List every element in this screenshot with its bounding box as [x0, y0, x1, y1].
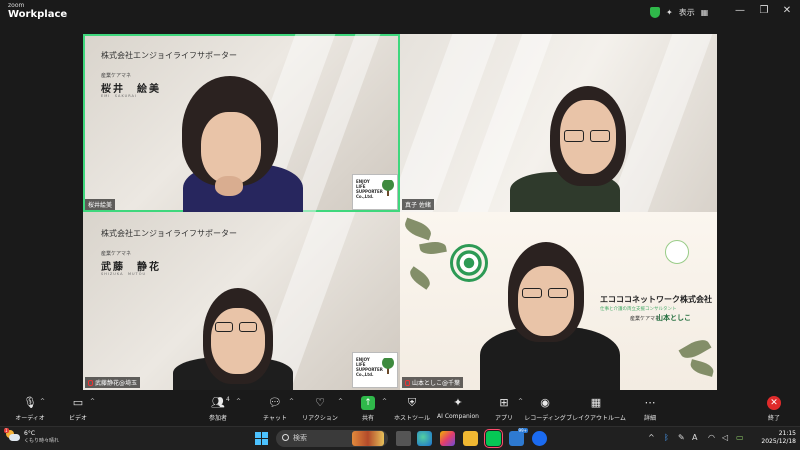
participant-count: 4 [226, 396, 230, 403]
leaf-decoration [419, 239, 447, 257]
company-name: 株式会社エンジョイライフサポーター [101, 51, 237, 60]
speaker-icon[interactable]: ◁ [722, 433, 728, 442]
company-name: 株式会社エンジョイライフサポーター [101, 229, 237, 238]
line-app-icon[interactable] [484, 429, 503, 448]
participant-name: 山本としこ@千葉 [412, 380, 461, 387]
end-meeting-button[interactable]: ✕ 終了 [744, 396, 800, 422]
windows-start-icon[interactable] [255, 432, 268, 445]
video-button[interactable]: ▭ ビデオ ^ [48, 396, 108, 422]
microphone-icon: 🎙︎ [23, 396, 37, 409]
brand-large: Workplace [8, 9, 68, 20]
zoom-logo: zoom Workplace [8, 3, 67, 20]
participant-name-tag: 桜井絵美 [85, 199, 116, 210]
role-label: 産業ケアマネ [101, 251, 132, 257]
company-name: エコココネットワーク株式会社 [600, 295, 712, 304]
video-tile-sakurai[interactable]: 株式会社エンジョイライフサポーター 産業ケアマネ 桜井 絵美 EMI SAKUR… [83, 34, 400, 212]
end-call-icon: ✕ [767, 396, 781, 410]
share-screen-icon: ↑ [361, 396, 375, 410]
task-view-icon[interactable] [396, 431, 411, 446]
company-tagline: 仕事と介護の両立支援コンサルタント [600, 307, 677, 312]
security-shield-icon[interactable] [650, 6, 660, 18]
wifi-icon[interactable]: ◠ [708, 433, 715, 442]
participant-name-tag: 武藤静花@埼玉 [85, 377, 141, 388]
sparkle-icon: ✦ [453, 396, 463, 409]
grid-view-icon[interactable]: ▦ [701, 8, 709, 17]
windows-taskbar: 1 6°C くもり時々晴れ 検索 99+ ^ ᛒ ✎ A ◠ ◁ ▭ 21:15 [0, 426, 800, 450]
search-icon [282, 434, 289, 441]
outlook-icon[interactable]: 99+ [509, 428, 528, 446]
person-name: 山本としこ [656, 314, 691, 322]
heart-icon: ♡ [315, 396, 325, 409]
copilot-icon[interactable] [440, 431, 455, 446]
leaf-decoration [688, 359, 716, 377]
participants-button[interactable]: 👥︎ 4 参加者 ^ [188, 396, 248, 422]
clock-date: 2025/12/18 [761, 438, 796, 445]
company-logo: ENJOY LIFE SUPPORTER Co.,Ltd. [352, 174, 398, 210]
title-bar: zoom Workplace ✦ 表示 ▦ — ❐ ✕ [0, 0, 800, 24]
participant-name-tag: 山本としこ@千葉 [402, 377, 464, 388]
notification-badge: 99+ [517, 428, 528, 433]
logo-text: ENJOY LIFE SUPPORTER Co.,Ltd. [356, 179, 383, 199]
bluetooth-icon[interactable]: ᛒ [664, 433, 669, 442]
participants-options-chevron-icon[interactable]: ^ [236, 398, 241, 405]
leaf-decoration [678, 335, 712, 363]
search-highlight-image [352, 431, 384, 446]
camera-icon: ▭ [72, 396, 84, 409]
more-button[interactable]: ⋯ 詳細 [620, 396, 680, 422]
logo-text: ENJOY LIFE SUPPORTER Co.,Ltd. [356, 357, 383, 377]
chat-icon: 💬︎ [268, 396, 282, 409]
breakout-rooms-button[interactable]: ▦ ブレイクアウトルーム [566, 396, 626, 422]
weather-alert-badge: 1 [4, 428, 9, 433]
restore-button[interactable]: ❐ [757, 4, 771, 18]
meeting-controls: 🎙︎ オーディオ ^ ▭ ビデオ ^ 👥︎ 4 参加者 ^ 💬︎ チャット ^ … [0, 393, 800, 426]
file-explorer-icon[interactable] [463, 431, 478, 446]
weather-widget[interactable]: 1 6°C くもり時々晴れ [4, 428, 60, 444]
participant-name: 武藤静花@埼玉 [95, 380, 138, 387]
participant-name: 桜井絵美 [88, 202, 113, 209]
muted-mic-icon [88, 379, 93, 386]
audio-options-chevron-icon[interactable]: ^ [40, 398, 45, 405]
sdgs-badge [665, 240, 689, 264]
person-name-romaji: SHIZUKA MUTOU [101, 272, 147, 276]
taskbar-search[interactable]: 検索 [276, 430, 388, 447]
more-icon: ⋯ [644, 396, 656, 409]
edge-browser-icon[interactable] [417, 431, 432, 446]
shield-icon: ⛨ [407, 396, 417, 409]
battery-icon[interactable]: ▭ [736, 433, 744, 442]
sparkle-icon[interactable]: ✦ [666, 8, 673, 17]
weather-cloud-sun-icon: 1 [4, 428, 20, 444]
video-tile-mako[interactable]: 真子 佐緒 [400, 34, 717, 212]
clock-time: 21:15 [778, 430, 796, 437]
person-name-romaji: EMI SAKURAI [101, 94, 137, 98]
show-hidden-icons-chevron-icon[interactable]: ^ [648, 433, 655, 442]
person-name: 武藤 静花 [101, 262, 161, 273]
role-label: 産業ケアマネ [101, 73, 132, 79]
minimize-button[interactable]: — [733, 4, 747, 18]
system-clock[interactable]: 21:15 2025/12/18 [756, 430, 796, 446]
video-tile-muto[interactable]: 株式会社エンジョイライフサポーター 産業ケアマネ 武藤 静花 SHIZUKA M… [83, 212, 400, 390]
leaf-decoration [406, 266, 434, 290]
video-tile-yamamoto[interactable]: エコココネットワーク株式会社 仕事と介護の両立支援コンサルタント 産業ケアマネ … [400, 212, 717, 390]
search-placeholder: 検索 [293, 434, 307, 442]
pen-icon[interactable]: ✎ [678, 433, 685, 442]
participants-icon: 👥︎ [211, 396, 225, 409]
close-button[interactable]: ✕ [780, 4, 794, 18]
zoom-meeting-window: zoom Workplace ✦ 表示 ▦ — ❐ ✕ 株式会社エンジョイライフ… [0, 0, 800, 450]
company-logo: ENJOY LIFE SUPPORTER Co.,Ltd. [352, 352, 398, 388]
breakout-rooms-icon: ▦ [590, 396, 602, 409]
ime-indicator[interactable]: A [692, 433, 697, 442]
leaf-decoration [402, 217, 434, 241]
company-logo [450, 244, 488, 282]
record-icon: ◉ [540, 396, 550, 409]
weather-description: くもり時々晴れ [24, 438, 60, 444]
zoom-app-icon[interactable] [532, 431, 547, 446]
participant-name: 真子 佐緒 [405, 202, 431, 209]
apps-icon: ⊞ [499, 396, 509, 409]
muted-mic-icon [405, 379, 410, 386]
participant-name-tag: 真子 佐緒 [402, 199, 434, 210]
view-button[interactable]: 表示 [679, 7, 695, 18]
person-name: 桜井 絵美 [101, 84, 161, 95]
weather-temperature: 6°C [24, 430, 36, 437]
video-options-chevron-icon[interactable]: ^ [90, 398, 95, 405]
